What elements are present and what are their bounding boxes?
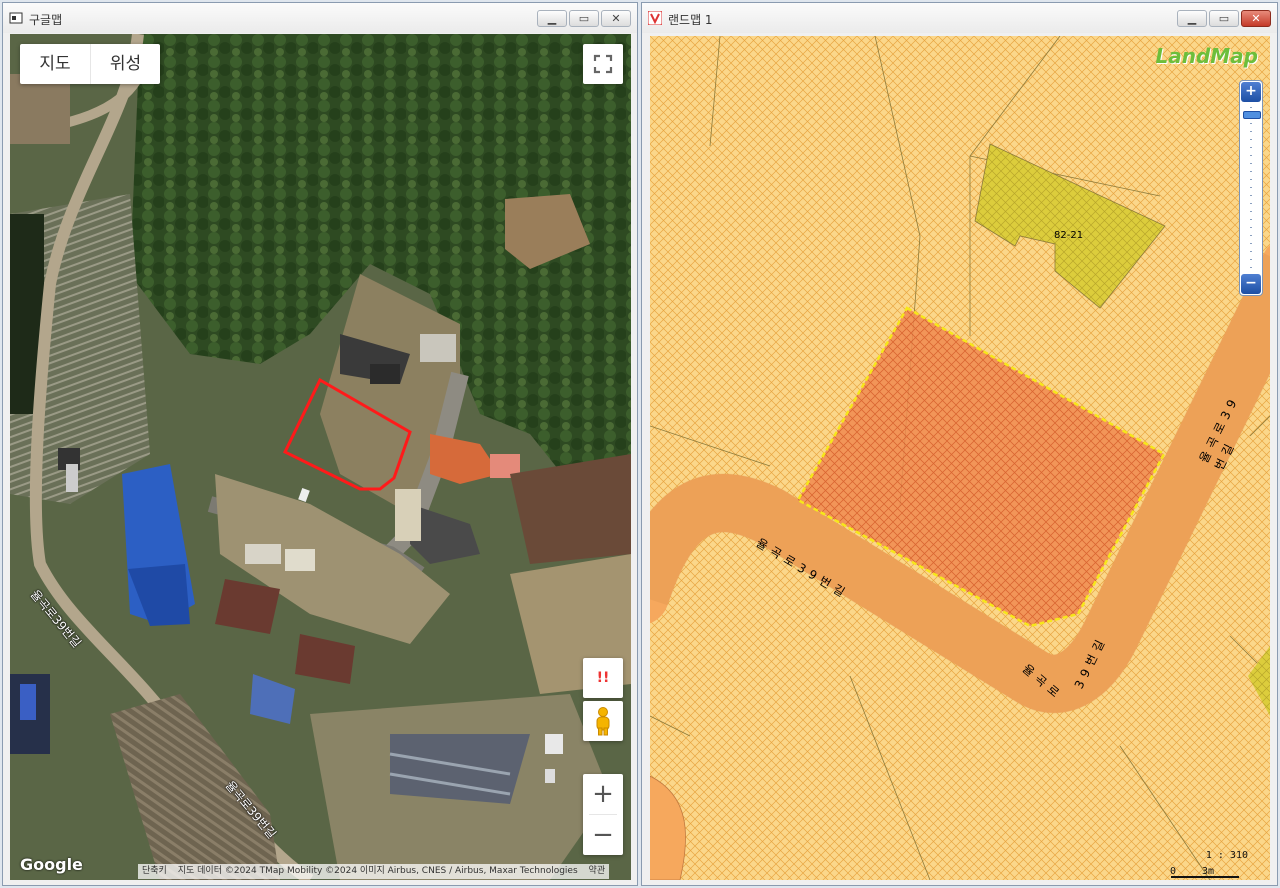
map-type-control: 지도 위성 xyxy=(20,44,160,84)
zoom-control: + − xyxy=(583,774,623,855)
close-button[interactable]: ✕ xyxy=(1241,10,1271,27)
zoom-bar: + − xyxy=(1239,80,1263,296)
map-data-text: 지도 데이터 ©2024 TMap Mobility ©2024 이미지 Air… xyxy=(177,866,578,876)
app-icon xyxy=(9,12,23,24)
scale-bar xyxy=(1171,876,1239,878)
terms-link[interactable]: 약관 xyxy=(589,866,606,876)
zoom-slider-handle[interactable] xyxy=(1243,111,1261,119)
minimize-icon: ▁ xyxy=(547,12,557,25)
map-type-satellite-button[interactable]: 위성 xyxy=(90,44,160,84)
window-title: 랜드맵 1 xyxy=(668,13,713,27)
close-icon: ✕ xyxy=(1251,12,1261,25)
close-button[interactable]: ✕ xyxy=(601,10,631,27)
minimize-button[interactable]: ▁ xyxy=(537,10,567,27)
plus-icon: + xyxy=(592,779,614,809)
landmap-logo: LandMap xyxy=(1155,44,1258,68)
zoom-out-button[interactable]: − xyxy=(583,815,623,855)
maximize-button[interactable]: ▭ xyxy=(1209,10,1239,27)
google-logo: Google xyxy=(20,855,83,874)
close-icon: ✕ xyxy=(611,12,621,25)
landmap-window: 랜드맵 1 ▁ ▭ ✕ 82-21 율곡로39번길 율곡로39번길 율곡로 39… xyxy=(641,2,1278,886)
parcel-label: 82-21 xyxy=(1054,230,1084,241)
zoom-out-button[interactable]: − xyxy=(1241,274,1261,294)
title-bar[interactable]: 랜드맵 1 ▁ ▭ ✕ xyxy=(642,3,1277,33)
minus-icon: − xyxy=(592,820,614,850)
google-map-window: 구글맵 ▁ ▭ ✕ 율곡로39번길 율곡로39번길 지도 위성 !! + − G… xyxy=(2,2,638,886)
map-type-map-button[interactable]: 지도 xyxy=(20,44,90,84)
cadastral-map[interactable]: 82-21 율곡로39번길 율곡로39번길 율곡로 39번길 LandMap +… xyxy=(650,36,1270,880)
minimize-button[interactable]: ▁ xyxy=(1177,10,1207,27)
landmap-app-icon xyxy=(648,11,662,25)
title-bar[interactable]: 구글맵 ▁ ▭ ✕ xyxy=(3,3,637,33)
minimize-icon: ▁ xyxy=(1187,12,1197,25)
maximize-icon: ▭ xyxy=(1218,12,1230,25)
maximize-icon: ▭ xyxy=(578,12,590,25)
scale-ratio: 1 : 310 xyxy=(1205,850,1248,861)
map-attribution: 단축키 지도 데이터 ©2024 TMap Mobility ©2024 이미지… xyxy=(138,864,610,879)
satellite-map[interactable]: 율곡로39번길 율곡로39번길 지도 위성 !! + − Google 단축키 … xyxy=(10,34,631,880)
cadastral-drawing xyxy=(650,36,1270,880)
zoom-in-button[interactable]: + xyxy=(1241,82,1261,102)
zoom-in-button[interactable]: + xyxy=(583,774,623,814)
window-title: 구글맵 xyxy=(29,13,63,27)
maximize-button[interactable]: ▭ xyxy=(569,10,599,27)
zoom-slider-track[interactable] xyxy=(1250,107,1252,271)
report-icon: !! xyxy=(596,670,610,686)
satellite-imagery xyxy=(10,34,631,880)
fullscreen-button[interactable] xyxy=(583,44,623,84)
fullscreen-icon xyxy=(593,54,613,74)
report-button[interactable]: !! xyxy=(583,658,623,698)
pegman-icon xyxy=(596,707,610,736)
pegman-button[interactable] xyxy=(583,701,623,741)
keyboard-shortcuts-link[interactable]: 단축키 xyxy=(142,866,167,876)
